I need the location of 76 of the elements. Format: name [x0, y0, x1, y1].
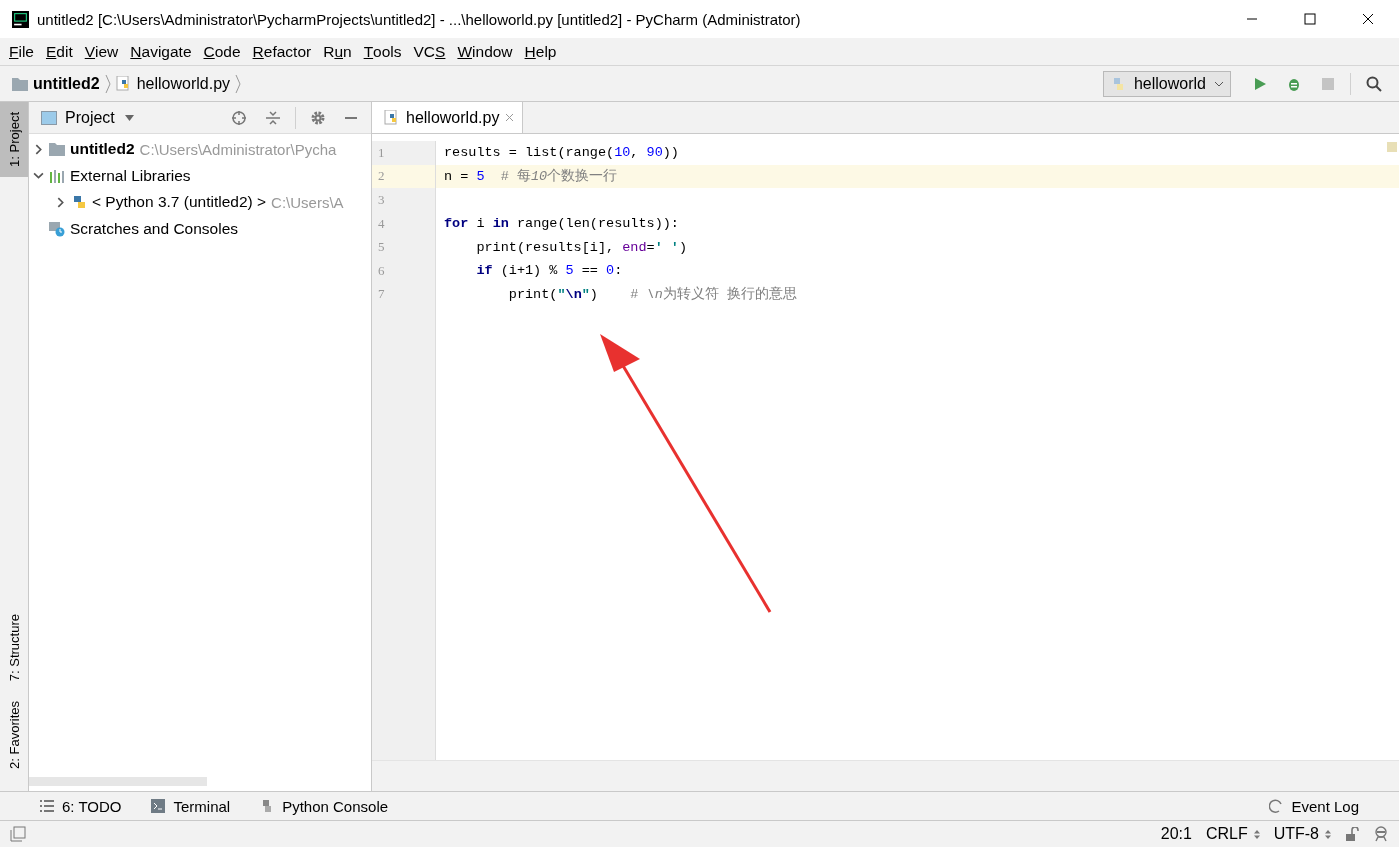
line-number: 3	[372, 188, 436, 212]
python-icon	[71, 194, 87, 211]
list-icon	[40, 800, 54, 812]
chevron-icon	[235, 73, 242, 94]
panel-toggle-icon[interactable]	[10, 826, 26, 842]
window-icon	[41, 109, 57, 126]
line-number: 5	[372, 235, 436, 259]
menu-item[interactable]: Tools	[357, 38, 408, 65]
menu-item[interactable]: Navigate	[124, 38, 198, 65]
menu-item[interactable]: Run	[317, 38, 358, 65]
code-line: print(results[i], end=' ')	[475, 239, 688, 255]
chevron-icon	[104, 73, 111, 94]
terminal-icon	[151, 799, 166, 813]
menu-item[interactable]: Refactor	[246, 38, 318, 65]
app-logo-icon	[12, 10, 29, 28]
library-icon	[49, 167, 65, 184]
breadcrumb[interactable]: untitled2	[33, 74, 100, 93]
close-icon[interactable]	[1362, 13, 1374, 25]
menu-item[interactable]: File	[3, 38, 40, 65]
tool-window-button[interactable]: Terminal	[151, 797, 231, 815]
menu-item[interactable]: Code	[197, 38, 247, 65]
folder-icon	[12, 75, 28, 92]
line-separator-selector[interactable]: CRLF	[1205, 825, 1260, 843]
tree-item[interactable]: Scratches and Consoles	[70, 219, 238, 238]
code-line: if (i+1) % 5 == 0:	[475, 263, 623, 279]
code-line: results = list(range(10, 90))	[443, 145, 679, 161]
settings-icon[interactable]	[310, 109, 326, 126]
updown-icon	[1325, 829, 1331, 839]
cursor-position[interactable]: 20:1	[1160, 825, 1192, 843]
run-icon[interactable]	[1253, 76, 1267, 91]
scratches-icon	[49, 220, 65, 237]
crosshair-icon[interactable]	[231, 109, 247, 126]
project-view-dropdown[interactable]: Project	[65, 108, 134, 127]
tree-item[interactable]: untitled2	[70, 140, 135, 159]
warning-marker	[1387, 142, 1397, 152]
tool-window-button[interactable]: 6: TODO	[40, 797, 122, 815]
window-title: untitled2 [C:\Users\Administrator\PycharmProjects\untitled2] - ...\helloworld.py [untitled2] - PyCharm (Administrator)	[37, 10, 801, 28]
line-number: 6	[372, 258, 436, 283]
menu-item[interactable]: Edit	[40, 38, 79, 65]
menu-item[interactable]: Help	[518, 38, 563, 65]
refresh-icon	[1269, 799, 1284, 813]
path-hint: C:\Users\A	[271, 193, 344, 211]
code-line: print("\n") # \n为转义符 换行的意思	[507, 285, 797, 304]
tool-window-tab[interactable]: 1: Project	[0, 102, 28, 177]
encoding-selector[interactable]: UTF-8	[1273, 825, 1331, 843]
inspector-icon[interactable]	[1373, 826, 1389, 842]
menu-item[interactable]: VCS	[407, 38, 452, 65]
code-line: n = 5 # 每10个数换一行	[443, 167, 618, 186]
maximize-icon[interactable]	[1304, 13, 1316, 25]
event-log-button[interactable]: Event Log	[1269, 797, 1359, 815]
menu-item[interactable]: View	[78, 38, 125, 65]
scrollbar[interactable]	[29, 777, 207, 786]
breadcrumb[interactable]: helloworld.py	[136, 74, 231, 93]
line-number: 1	[372, 141, 436, 165]
folder-icon	[49, 141, 65, 158]
tree-item[interactable]: External Libraries	[70, 166, 191, 185]
path-hint: C:\Users\Administrator\Pycha	[139, 140, 337, 158]
search-icon[interactable]	[1366, 75, 1382, 92]
collapse-all-icon[interactable]	[265, 109, 281, 126]
menu-item[interactable]: Window	[451, 38, 519, 65]
dropdown-arrow-icon	[124, 114, 134, 121]
chevron-down-icon	[1214, 79, 1224, 88]
code-editor[interactable]: 1 results = list(range(10, 90)) 2 n = 5 # 每10个数换一行 3 4 for i in range(len(results)): 5 print(results[i], end=' ') 6 if (i+1) % 5 == 0: 7 print("\n") # \n为转义符 换行的意思	[372, 134, 1399, 791]
run-configuration-dropdown[interactable]: helloworld	[1102, 70, 1231, 97]
tool-window-tab[interactable]: 7: Structure	[0, 603, 28, 692]
lock-icon[interactable]	[1345, 827, 1359, 841]
python-file-icon	[115, 75, 132, 92]
tool-window-button[interactable]: Python Console	[260, 797, 389, 815]
python-file-icon	[384, 109, 400, 126]
editor-tab[interactable]: helloworld.py	[372, 102, 524, 133]
line-number: 4	[372, 211, 436, 236]
line-number: 7	[372, 282, 436, 307]
tool-window-tab[interactable]: 2: Favorites	[0, 691, 28, 779]
updown-icon	[1253, 829, 1260, 839]
tree-item[interactable]: < Python 3.7 (untitled2) >	[92, 193, 267, 212]
code-line: for i in range(len(results)):	[443, 216, 679, 232]
